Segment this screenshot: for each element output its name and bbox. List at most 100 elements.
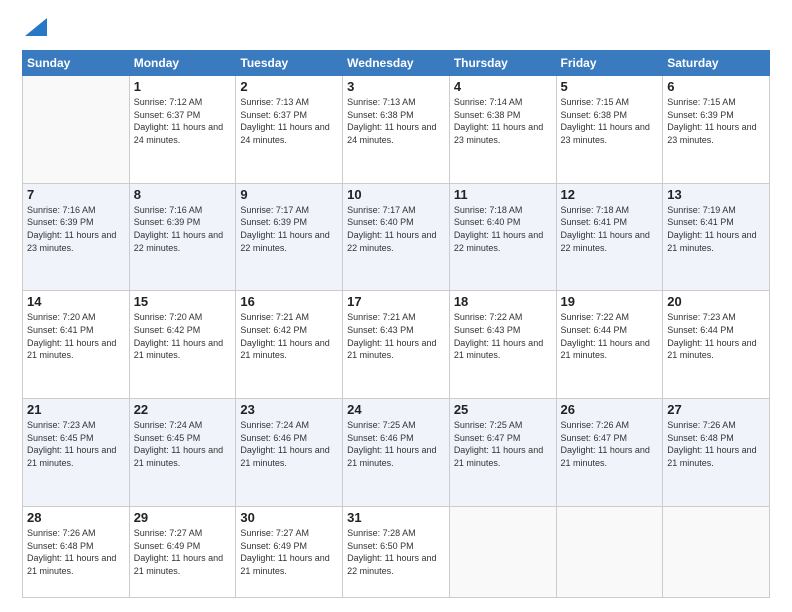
day-info: Sunrise: 7:13 AMSunset: 6:37 PMDaylight:… bbox=[240, 96, 338, 146]
day-number: 19 bbox=[561, 294, 659, 309]
day-number: 24 bbox=[347, 402, 445, 417]
calendar-cell: 6 Sunrise: 7:15 AMSunset: 6:39 PMDaylight… bbox=[663, 76, 770, 184]
day-number: 23 bbox=[240, 402, 338, 417]
calendar-cell: 18Sunrise: 7:22 AMSunset: 6:43 PMDayligh… bbox=[449, 291, 556, 399]
logo-icon bbox=[25, 18, 47, 36]
calendar-cell: 16 Sunrise: 7:21 AMSunset: 6:42 PMDayligh… bbox=[236, 291, 343, 399]
weekday-header: Monday bbox=[129, 51, 236, 76]
calendar-cell: 8Sunrise: 7:16 AMSunset: 6:39 PMDaylight… bbox=[129, 183, 236, 291]
day-info: Sunrise: 7:25 AMSunset: 6:47 PMDaylight:… bbox=[454, 419, 552, 469]
calendar-cell: 3 Sunrise: 7:13 AMSunset: 6:38 PMDaylight… bbox=[343, 76, 450, 184]
day-info: Sunrise: 7:17 AMSunset: 6:39 PMDaylight:… bbox=[240, 204, 338, 254]
calendar-cell: 21 Sunrise: 7:23 AMSunset: 6:45 PMDayligh… bbox=[23, 399, 130, 507]
calendar-cell: 5 Sunrise: 7:15 AMSunset: 6:38 PMDaylight… bbox=[556, 76, 663, 184]
day-info: Sunrise: 7:18 AMSunset: 6:40 PMDaylight:… bbox=[454, 204, 552, 254]
day-number: 28 bbox=[27, 510, 125, 525]
day-number: 6 bbox=[667, 79, 765, 94]
calendar-cell: 19 Sunrise: 7:22 AMSunset: 6:44 PMDayligh… bbox=[556, 291, 663, 399]
weekday-header: Tuesday bbox=[236, 51, 343, 76]
calendar-cell: 4 Sunrise: 7:14 AMSunset: 6:38 PMDaylight… bbox=[449, 76, 556, 184]
calendar-cell: 13 Sunrise: 7:19 AMSunset: 6:41 PMDayligh… bbox=[663, 183, 770, 291]
calendar-cell: 11 Sunrise: 7:18 AMSunset: 6:40 PMDayligh… bbox=[449, 183, 556, 291]
calendar-cell: 2 Sunrise: 7:13 AMSunset: 6:37 PMDaylight… bbox=[236, 76, 343, 184]
day-number: 12 bbox=[561, 187, 659, 202]
day-info: Sunrise: 7:26 AMSunset: 6:47 PMDaylight:… bbox=[561, 419, 659, 469]
day-info: Sunrise: 7:26 AMSunset: 6:48 PMDaylight:… bbox=[667, 419, 765, 469]
day-number: 22 bbox=[134, 402, 232, 417]
calendar-cell bbox=[449, 506, 556, 597]
calendar-header: SundayMondayTuesdayWednesdayThursdayFrid… bbox=[23, 51, 770, 76]
day-info: Sunrise: 7:12 AMSunset: 6:37 PMDaylight:… bbox=[134, 96, 232, 146]
day-info: Sunrise: 7:25 AMSunset: 6:46 PMDaylight:… bbox=[347, 419, 445, 469]
day-number: 3 bbox=[347, 79, 445, 94]
day-info: Sunrise: 7:14 AMSunset: 6:38 PMDaylight:… bbox=[454, 96, 552, 146]
calendar-cell: 25 Sunrise: 7:25 AMSunset: 6:47 PMDayligh… bbox=[449, 399, 556, 507]
day-number: 1 bbox=[134, 79, 232, 94]
day-number: 13 bbox=[667, 187, 765, 202]
calendar-cell: 12Sunrise: 7:18 AMSunset: 6:41 PMDayligh… bbox=[556, 183, 663, 291]
day-info: Sunrise: 7:24 AMSunset: 6:45 PMDaylight:… bbox=[134, 419, 232, 469]
day-info: Sunrise: 7:21 AMSunset: 6:42 PMDaylight:… bbox=[240, 311, 338, 361]
day-info: Sunrise: 7:16 AMSunset: 6:39 PMDaylight:… bbox=[27, 204, 125, 254]
weekday-header: Wednesday bbox=[343, 51, 450, 76]
day-info: Sunrise: 7:22 AMSunset: 6:44 PMDaylight:… bbox=[561, 311, 659, 361]
calendar-cell: 30 Sunrise: 7:27 AMSunset: 6:49 PMDayligh… bbox=[236, 506, 343, 597]
day-number: 16 bbox=[240, 294, 338, 309]
calendar-cell: 22 Sunrise: 7:24 AMSunset: 6:45 PMDayligh… bbox=[129, 399, 236, 507]
day-number: 4 bbox=[454, 79, 552, 94]
calendar-cell: 26 Sunrise: 7:26 AMSunset: 6:47 PMDayligh… bbox=[556, 399, 663, 507]
calendar-cell: 17Sunrise: 7:21 AMSunset: 6:43 PMDayligh… bbox=[343, 291, 450, 399]
logo bbox=[22, 18, 47, 40]
day-number: 29 bbox=[134, 510, 232, 525]
day-info: Sunrise: 7:19 AMSunset: 6:41 PMDaylight:… bbox=[667, 204, 765, 254]
calendar-cell: 23 Sunrise: 7:24 AMSunset: 6:46 PMDayligh… bbox=[236, 399, 343, 507]
day-info: Sunrise: 7:20 AMSunset: 6:41 PMDaylight:… bbox=[27, 311, 125, 361]
day-info: Sunrise: 7:24 AMSunset: 6:46 PMDaylight:… bbox=[240, 419, 338, 469]
calendar-cell: 9 Sunrise: 7:17 AMSunset: 6:39 PMDaylight… bbox=[236, 183, 343, 291]
calendar-cell: 28 Sunrise: 7:26 AMSunset: 6:48 PMDayligh… bbox=[23, 506, 130, 597]
calendar-cell: 24 Sunrise: 7:25 AMSunset: 6:46 PMDayligh… bbox=[343, 399, 450, 507]
day-number: 30 bbox=[240, 510, 338, 525]
day-info: Sunrise: 7:15 AMSunset: 6:38 PMDaylight:… bbox=[561, 96, 659, 146]
day-info: Sunrise: 7:27 AMSunset: 6:49 PMDaylight:… bbox=[134, 527, 232, 577]
calendar-cell bbox=[663, 506, 770, 597]
day-info: Sunrise: 7:13 AMSunset: 6:38 PMDaylight:… bbox=[347, 96, 445, 146]
calendar-cell: 10Sunrise: 7:17 AMSunset: 6:40 PMDayligh… bbox=[343, 183, 450, 291]
day-number: 10 bbox=[347, 187, 445, 202]
day-number: 18 bbox=[454, 294, 552, 309]
day-number: 9 bbox=[240, 187, 338, 202]
day-number: 26 bbox=[561, 402, 659, 417]
day-info: Sunrise: 7:28 AMSunset: 6:50 PMDaylight:… bbox=[347, 527, 445, 577]
calendar-cell: 1 Sunrise: 7:12 AMSunset: 6:37 PMDaylight… bbox=[129, 76, 236, 184]
day-info: Sunrise: 7:15 AMSunset: 6:39 PMDaylight:… bbox=[667, 96, 765, 146]
calendar-cell: 31 Sunrise: 7:28 AMSunset: 6:50 PMDayligh… bbox=[343, 506, 450, 597]
day-info: Sunrise: 7:26 AMSunset: 6:48 PMDaylight:… bbox=[27, 527, 125, 577]
day-number: 25 bbox=[454, 402, 552, 417]
day-number: 31 bbox=[347, 510, 445, 525]
day-number: 14 bbox=[27, 294, 125, 309]
calendar-cell: 7 Sunrise: 7:16 AMSunset: 6:39 PMDaylight… bbox=[23, 183, 130, 291]
calendar-cell bbox=[23, 76, 130, 184]
day-info: Sunrise: 7:20 AMSunset: 6:42 PMDaylight:… bbox=[134, 311, 232, 361]
day-number: 7 bbox=[27, 187, 125, 202]
day-info: Sunrise: 7:23 AMSunset: 6:44 PMDaylight:… bbox=[667, 311, 765, 361]
day-number: 21 bbox=[27, 402, 125, 417]
page: SundayMondayTuesdayWednesdayThursdayFrid… bbox=[0, 0, 792, 612]
day-number: 11 bbox=[454, 187, 552, 202]
calendar-cell: 29 Sunrise: 7:27 AMSunset: 6:49 PMDayligh… bbox=[129, 506, 236, 597]
day-number: 5 bbox=[561, 79, 659, 94]
weekday-header: Sunday bbox=[23, 51, 130, 76]
weekday-header: Saturday bbox=[663, 51, 770, 76]
calendar-body: 1 Sunrise: 7:12 AMSunset: 6:37 PMDaylight… bbox=[23, 76, 770, 598]
calendar-cell: 15 Sunrise: 7:20 AMSunset: 6:42 PMDayligh… bbox=[129, 291, 236, 399]
day-number: 17 bbox=[347, 294, 445, 309]
day-number: 20 bbox=[667, 294, 765, 309]
weekday-header: Friday bbox=[556, 51, 663, 76]
day-info: Sunrise: 7:16 AMSunset: 6:39 PMDaylight:… bbox=[134, 204, 232, 254]
day-info: Sunrise: 7:23 AMSunset: 6:45 PMDaylight:… bbox=[27, 419, 125, 469]
day-info: Sunrise: 7:27 AMSunset: 6:49 PMDaylight:… bbox=[240, 527, 338, 577]
day-number: 2 bbox=[240, 79, 338, 94]
day-number: 15 bbox=[134, 294, 232, 309]
weekday-header: Thursday bbox=[449, 51, 556, 76]
calendar-cell: 14 Sunrise: 7:20 AMSunset: 6:41 PMDayligh… bbox=[23, 291, 130, 399]
